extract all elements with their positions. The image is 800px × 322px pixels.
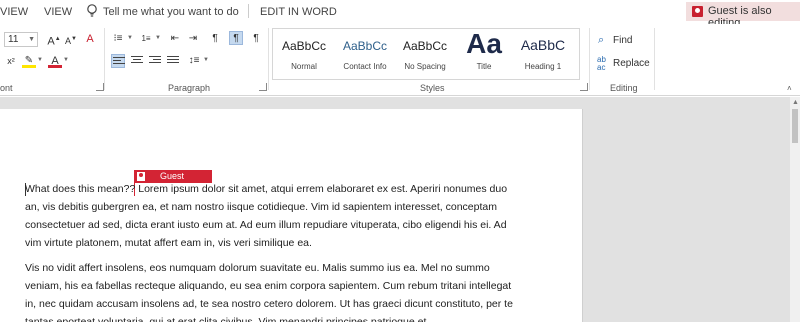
highlight-icon[interactable]: ✎ [22, 54, 36, 68]
chevron-down-icon[interactable]: ▼ [127, 35, 133, 41]
bullets-icon[interactable]: ⁝≡ [111, 32, 125, 46]
chevron-down-icon[interactable]: ▼ [203, 57, 209, 63]
align-center-icon[interactable] [130, 54, 144, 68]
replace-button[interactable]: Replace [613, 58, 650, 69]
text-line: tantas eporteat voluptaria, qui at erat … [25, 316, 430, 322]
show-marks-icon[interactable]: ¶ [249, 32, 263, 46]
style-normal[interactable]: AaBbCc Normal [275, 29, 333, 79]
view-menu-cut[interactable]: VIEW [0, 6, 28, 18]
scroll-thumb[interactable] [792, 109, 798, 143]
group-divider [268, 28, 269, 90]
style-sample: AaBbCc [342, 39, 388, 53]
align-lines [131, 56, 143, 66]
align-lines [113, 57, 125, 67]
editing-group-label: Editing [610, 83, 638, 93]
text-line: veniam, his ea fabellas recteque aliquan… [25, 280, 512, 292]
view-menu[interactable]: VIEW [44, 6, 72, 18]
style-name: Heading 1 [524, 62, 562, 71]
scroll-up-icon[interactable]: ▲ [792, 99, 799, 106]
style-no-spacing[interactable]: AaBbCc No Spacing [397, 29, 453, 79]
style-name: Contact Info [343, 62, 387, 71]
style-name: Normal [291, 62, 317, 71]
style-sample: AaBbCc [281, 39, 327, 53]
styles-gallery: AaBbCc Normal AaBbCc Contact Info AaBbCc… [272, 28, 580, 80]
menu-divider [248, 4, 249, 18]
line-spacing-icon[interactable]: ↕≡ [187, 54, 201, 68]
decrease-indent-icon[interactable]: ⇤ [168, 32, 182, 46]
collapse-ribbon-icon[interactable]: ˄ [787, 84, 792, 93]
style-sample: Aa [466, 28, 502, 59]
paragraph-1[interactable]: What does this mean?? Lorem ipsum dolor … [25, 180, 510, 252]
superscript-icon[interactable]: x² [4, 54, 18, 68]
styles-group-label: Styles [420, 83, 445, 93]
grow-font-icon[interactable]: A▲ [47, 32, 61, 48]
text-line: vim virtute platonem, mutat affert eam i… [25, 237, 312, 249]
justify-icon[interactable] [166, 54, 180, 68]
chevron-down-icon[interactable]: ▼ [63, 57, 69, 63]
vertical-scrollbar[interactable]: ▲ [790, 97, 800, 322]
font-size-box[interactable]: 11 ▼ [4, 32, 38, 47]
text-line: consectetuer ad sed, dicta erant iusto e… [25, 219, 507, 231]
style-name: Title [476, 62, 492, 71]
align-lines [149, 56, 161, 66]
user-icon [692, 6, 703, 17]
text-line: Vis no vidit affert insolens, eos numqua… [25, 262, 490, 274]
lightbulb-icon [87, 4, 97, 17]
edit-in-word-button[interactable]: EDIT IN WORD [260, 6, 337, 18]
align-lines [167, 56, 179, 66]
tell-me-search[interactable]: Tell me what you want to do [103, 6, 239, 18]
text-line: in, nec quidam accusam insolens ad, te s… [25, 298, 513, 310]
chevron-down-icon[interactable]: ▼ [37, 57, 43, 63]
styles-launcher-icon[interactable] [580, 83, 588, 91]
font-launcher-icon[interactable] [96, 83, 104, 91]
paragraph-launcher-icon[interactable] [259, 83, 267, 91]
group-divider [104, 28, 105, 90]
align-right-icon[interactable] [148, 54, 162, 68]
increase-indent-icon[interactable]: ⇥ [186, 32, 200, 46]
menu-bar: VIEW VIEW Tell me what you want to do ED… [0, 0, 800, 29]
ribbon: 11 ▼ A▲ A▼ A x² ✎ ▼ A ▼ ont ⁝≡ ▼ 1≡ ▼ ⇤ … [0, 24, 800, 96]
align-left-icon[interactable] [111, 54, 125, 68]
shrink-font-icon[interactable]: A▼ [64, 32, 78, 46]
text-line: an, vis debitis gubergren ea, et nam nos… [25, 201, 497, 213]
style-sample: AaBbC [520, 37, 566, 53]
coauthor-indicator[interactable]: Guest is also editing [686, 2, 800, 29]
ltr-direction-icon[interactable]: ¶ [208, 32, 222, 46]
style-title[interactable]: Aa Title [455, 28, 513, 79]
find-icon[interactable]: ⌕ [598, 34, 604, 47]
chevron-down-icon[interactable]: ▼ [155, 35, 161, 41]
font-size-value: 11 [8, 34, 19, 45]
style-sample: AaBbCc [402, 39, 448, 53]
replace-icon[interactable]: ab ac [597, 56, 606, 72]
paragraph-group-label: Paragraph [168, 83, 211, 93]
style-name: No Spacing [404, 62, 446, 71]
text-line: What does this mean?? Lorem ipsum dolor … [25, 183, 508, 195]
numbering-icon[interactable]: 1≡ [139, 32, 153, 46]
group-divider [589, 28, 590, 90]
font-color-icon[interactable]: A [48, 54, 62, 68]
font-group-label: ont [0, 83, 13, 93]
style-heading-1[interactable]: AaBbC Heading 1 [513, 29, 573, 79]
find-button[interactable]: Find [613, 35, 632, 46]
paragraph-2[interactable]: Vis no vidit affert insolens, eos numqua… [25, 259, 513, 322]
style-contact-info[interactable]: AaBbCc Contact Info [335, 29, 395, 79]
rtl-direction-icon[interactable]: ¶ [229, 31, 243, 45]
group-divider [654, 28, 655, 90]
clear-formatting-icon[interactable]: A [83, 32, 97, 46]
chevron-down-icon: ▼ [28, 36, 35, 43]
